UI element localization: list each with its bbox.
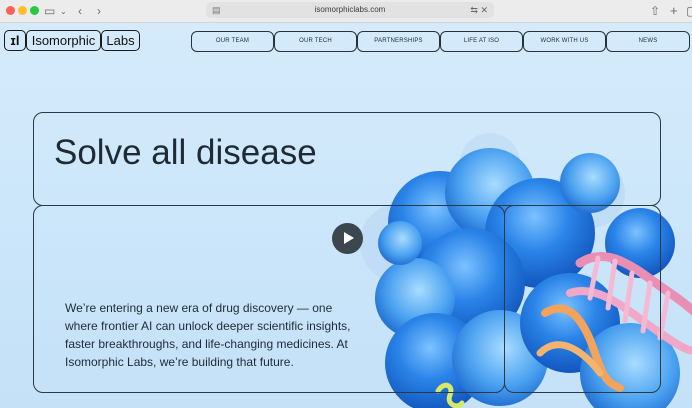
nav-work-with-us[interactable]: WORK WITH US: [523, 31, 606, 52]
logo-word-labs[interactable]: Labs: [101, 30, 140, 51]
chevron-right-icon[interactable]: ›: [97, 3, 101, 19]
nav-news[interactable]: NEWS: [606, 31, 690, 52]
nav-life-at-iso[interactable]: LIFE AT ISO: [440, 31, 523, 52]
tab-overview-icon[interactable]: ▢: [686, 3, 692, 19]
hero-title: Solve all disease: [54, 133, 317, 172]
zoom-window-button[interactable]: [30, 6, 39, 15]
nav-our-tech[interactable]: OUR TECH: [274, 31, 357, 52]
nav-our-team[interactable]: OUR TEAM: [191, 31, 274, 52]
address-bar[interactable]: ▤ isomorphiclabs.com ⇆ ✕: [206, 2, 494, 18]
logo-word-isomorphic[interactable]: Isomorphic: [26, 30, 101, 51]
logo-mark[interactable]: ɪl: [4, 30, 26, 51]
sidebar-icon[interactable]: ▭: [44, 3, 55, 19]
nav-partnerships[interactable]: PARTNERSHIPS: [357, 31, 440, 52]
browser-toolbar: ▭ ⌄ ‹ › ▤ isomorphiclabs.com ⇆ ✕ ⇧ + ▢: [0, 0, 692, 23]
plus-icon[interactable]: +: [670, 3, 678, 19]
hero-side-frame: [504, 205, 661, 393]
url-text: isomorphiclabs.com: [314, 5, 386, 14]
share-icon[interactable]: ⇧: [650, 3, 660, 19]
chevron-left-icon[interactable]: ‹: [78, 3, 82, 19]
close-window-button[interactable]: [6, 6, 15, 15]
play-icon[interactable]: [332, 223, 363, 254]
page-settings-icon[interactable]: ▤: [212, 2, 221, 18]
hero-description: We’re entering a new era of drug discove…: [65, 301, 351, 369]
chevron-down-icon[interactable]: ⌄: [60, 4, 67, 20]
minimize-window-button[interactable]: [18, 6, 27, 15]
page: ɪl Isomorphic Labs OUR TEAM OUR TECH PAR…: [0, 23, 692, 408]
translate-icon[interactable]: ⇆ ✕: [470, 2, 488, 18]
